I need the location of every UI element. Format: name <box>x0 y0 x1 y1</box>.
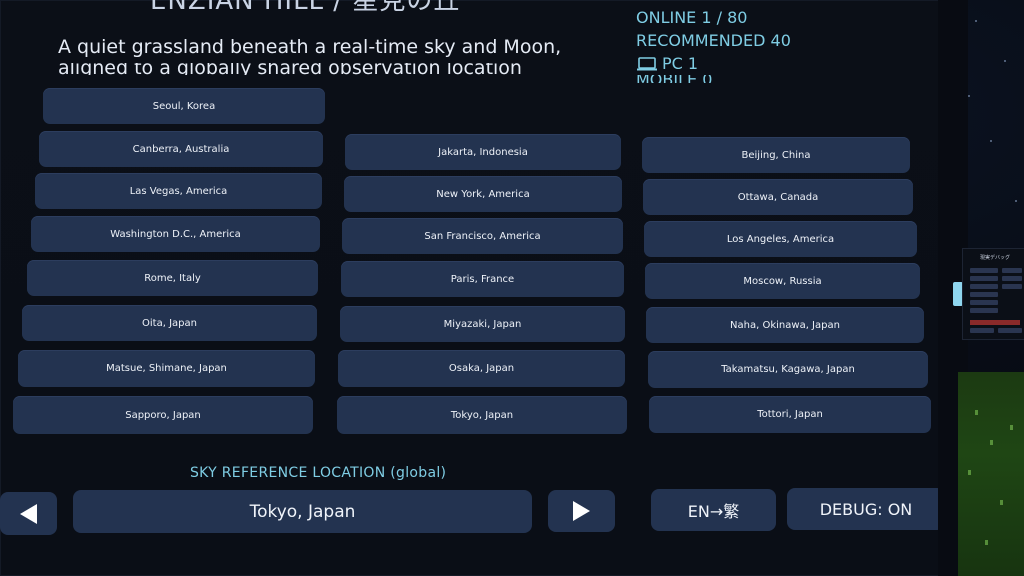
city-button-washington-dc[interactable]: Washington D.C., America <box>31 216 320 252</box>
mini-button <box>970 328 994 333</box>
city-button-takamatsu[interactable]: Takamatsu, Kagawa, Japan <box>648 351 928 388</box>
star <box>1015 200 1017 202</box>
mobile-count: MOBILE 0 <box>636 75 791 83</box>
description-line-2-text: aligned to a globally shared observation… <box>58 63 522 75</box>
description-line-2: aligned to a globally shared observation… <box>58 63 522 75</box>
mini-button <box>970 308 998 313</box>
city-button-osaka[interactable]: Osaka, Japan <box>338 350 625 387</box>
star <box>975 20 977 22</box>
grass-tuft <box>1000 500 1003 505</box>
mini-red-button <box>970 320 1020 325</box>
sky-reference-label: SKY REFERENCE LOCATION (global) <box>190 465 447 481</box>
debug-mini-panel-title: 現実デバッグ <box>979 255 1010 261</box>
triangle-left-icon <box>20 503 37 524</box>
city-button-las-vegas[interactable]: Las Vegas, America <box>35 173 322 209</box>
description-line-1: A quiet grassland beneath a real-time sk… <box>58 36 562 58</box>
next-location-button[interactable] <box>548 490 615 532</box>
previous-location-button[interactable] <box>0 492 57 535</box>
mini-button <box>970 284 998 289</box>
city-button-tottori[interactable]: Tottori, Japan <box>649 396 931 433</box>
grass-tuft <box>1010 425 1013 430</box>
location-panel: ENZIAN HILL / 星見の丘 A quiet grassland ben… <box>0 0 945 576</box>
mini-button <box>1002 268 1022 273</box>
debug-toggle-button[interactable]: DEBUG: ON <box>787 488 945 530</box>
city-button-los-angeles[interactable]: Los Angeles, America <box>644 221 917 257</box>
city-button-paris[interactable]: Paris, France <box>341 261 624 297</box>
city-button-seoul[interactable]: Seoul, Korea <box>43 88 325 124</box>
city-button-canberra[interactable]: Canberra, Australia <box>39 131 323 167</box>
triangle-right-icon <box>573 501 590 521</box>
language-toggle-button[interactable]: EN→繁 <box>651 489 776 531</box>
city-button-moscow[interactable]: Moscow, Russia <box>645 263 920 299</box>
city-button-sapporo[interactable]: Sapporo, Japan <box>13 396 313 434</box>
pc-count-row: PC 1 <box>636 52 791 75</box>
laptop-icon <box>637 56 657 70</box>
mini-button <box>970 276 998 281</box>
city-button-jakarta[interactable]: Jakarta, Indonesia <box>345 134 621 170</box>
city-button-san-francisco[interactable]: San Francisco, America <box>342 218 623 254</box>
selected-location-display[interactable]: Tokyo, Japan <box>73 490 532 533</box>
city-button-tokyo[interactable]: Tokyo, Japan <box>337 396 627 434</box>
city-button-oita[interactable]: Oita, Japan <box>22 305 317 341</box>
page-title: ENZIAN HILL / 星見の丘 <box>150 0 461 16</box>
pc-count: PC 1 <box>662 54 699 73</box>
grass-tuft <box>985 540 988 545</box>
grass-tuft <box>975 410 978 415</box>
city-button-matsue[interactable]: Matsue, Shimane, Japan <box>18 350 315 387</box>
city-button-naha[interactable]: Naha, Okinawa, Japan <box>646 307 924 343</box>
mini-button <box>1002 276 1022 281</box>
recommended-count: RECOMMENDED 40 <box>636 31 791 50</box>
city-button-new-york[interactable]: New York, America <box>344 176 622 212</box>
mini-button <box>970 268 998 273</box>
player-stats: ONLINE 1 / 80 RECOMMENDED 40 PC 1 MOBILE… <box>636 6 791 83</box>
online-count: ONLINE 1 / 80 <box>636 8 748 27</box>
grass-tuft <box>990 440 993 445</box>
star <box>990 140 992 142</box>
city-button-miyazaki[interactable]: Miyazaki, Japan <box>340 306 625 342</box>
star <box>968 95 970 97</box>
mini-button <box>998 328 1022 333</box>
mini-button <box>970 292 998 297</box>
mini-button <box>970 300 998 305</box>
mini-button <box>1002 284 1022 289</box>
city-button-ottawa[interactable]: Ottawa, Canada <box>643 179 913 215</box>
city-button-rome[interactable]: Rome, Italy <box>27 260 318 296</box>
city-button-beijing[interactable]: Beijing, China <box>642 137 910 173</box>
star <box>1004 60 1006 62</box>
grass-tuft <box>968 470 971 475</box>
